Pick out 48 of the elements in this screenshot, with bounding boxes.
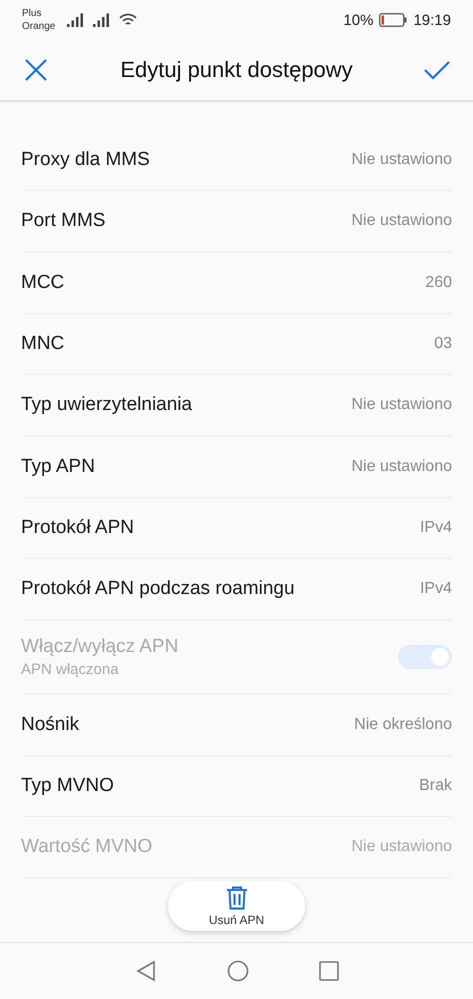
settings-row[interactable]: Protokół APN IPv4: [21, 498, 452, 560]
setting-label: Włącz/wyłącz APN: [21, 636, 178, 658]
setting-value: Nie ustawiono: [352, 838, 452, 856]
home-icon[interactable]: [226, 960, 248, 982]
delete-apn-button[interactable]: Usuń APN: [168, 881, 305, 932]
trash-icon: [226, 886, 248, 910]
settings-row[interactable]: Typ uwierzytelniania Nie ustawiono: [21, 375, 452, 436]
setting-label: Protokół APN podczas roamingu: [21, 578, 295, 600]
screen-title: Edytuj punkt dostępowy: [119, 57, 354, 83]
setting-label: Typ APN: [21, 456, 95, 478]
setting-value: 03: [434, 335, 452, 354]
battery-icon: [379, 13, 408, 27]
setting-value: Nie ustawiono: [352, 212, 452, 230]
settings-row[interactable]: Typ APN Nie ustawiono: [21, 436, 452, 498]
setting-label: MNC: [21, 333, 64, 356]
settings-row[interactable]: MNC 03: [21, 314, 452, 376]
setting-value: Nie określono: [354, 716, 452, 734]
setting-value: Nie ustawiono: [352, 396, 452, 414]
setting-label: Typ uwierzytelniania: [21, 394, 192, 416]
setting-label: Typ MVNO: [21, 774, 114, 797]
back-icon[interactable]: [134, 960, 156, 982]
setting-value: 260: [425, 274, 452, 292]
setting-label: Port MMS: [21, 210, 106, 232]
carrier-name: Orange: [22, 20, 56, 33]
settings-row[interactable]: Port MMS Nie ustawiono: [21, 191, 452, 253]
settings-row[interactable]: Proxy dla MMS Nie ustawiono: [21, 130, 452, 192]
setting-value: Brak: [419, 776, 452, 795]
signal-icon: [67, 13, 86, 27]
battery-percent: 10%: [343, 12, 374, 28]
setting-summary: APN włączona: [21, 660, 120, 678]
wifi-icon: [119, 13, 138, 27]
recents-icon[interactable]: [318, 961, 338, 981]
settings-row[interactable]: MCC 260: [21, 252, 452, 314]
setting-value: Nie ustawiono: [352, 151, 452, 170]
setting-label: MCC: [21, 272, 64, 294]
settings-row[interactable]: Typ MVNO Brak: [21, 756, 452, 817]
setting-label: Proxy dla MMS: [21, 149, 150, 172]
setting-label: Protokół APN: [21, 516, 134, 539]
setting-value: Nie ustawiono: [352, 458, 452, 476]
settings-row[interactable]: Nośnik Nie określono: [21, 694, 452, 756]
setting-label: Nośnik: [21, 714, 80, 736]
clock-time: 19:19: [413, 12, 451, 28]
carrier-name: Plus: [22, 7, 42, 20]
settings-row[interactable]: Protokół APN podczas roamingu IPv4: [21, 559, 452, 620]
setting-value: IPv4: [420, 518, 452, 537]
setting-value: IPv4: [420, 580, 452, 598]
signal-icon: [93, 13, 112, 27]
setting-label: Wartość MVNO: [21, 836, 152, 858]
